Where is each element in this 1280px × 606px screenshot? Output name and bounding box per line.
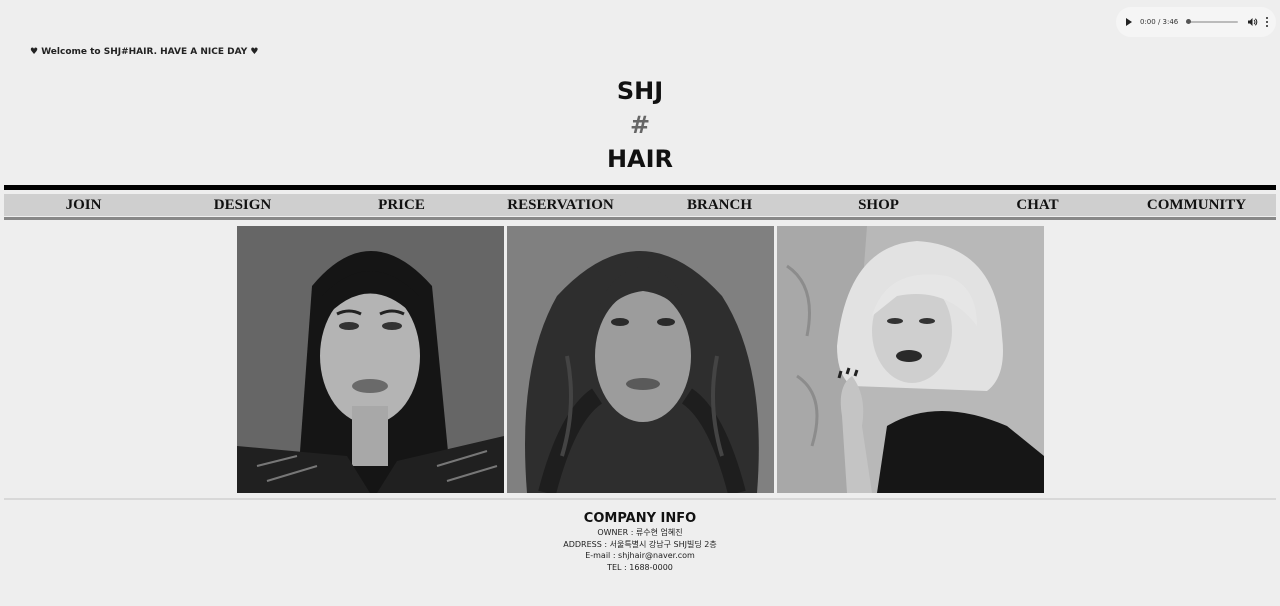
- seek-knob[interactable]: [1186, 19, 1192, 24]
- footer-owner: OWNER : 류수현 엄혜진: [597, 528, 683, 537]
- nav-chat[interactable]: CHAT: [958, 194, 1117, 216]
- gallery-photo-2: [507, 226, 774, 493]
- nav-community[interactable]: COMMUNITY: [1117, 194, 1276, 216]
- audio-seek-bar[interactable]: [1186, 19, 1238, 24]
- gallery-photo-3: [777, 226, 1044, 493]
- nav-join[interactable]: JOIN: [4, 194, 163, 216]
- logo-line-3: HAIR: [606, 145, 674, 173]
- company-info: COMPANY INFO OWNER : 류수현 엄혜진 ADDRESS : 서…: [0, 510, 1280, 573]
- nav-design[interactable]: DESIGN: [163, 194, 322, 216]
- play-icon[interactable]: [1126, 18, 1132, 26]
- main-nav: JOIN DESIGN PRICE RESERVATION BRANCH SHO…: [4, 194, 1276, 216]
- footer-tel: TEL : 1688-0000: [607, 562, 673, 572]
- nav-reservation[interactable]: RESERVATION: [481, 194, 640, 216]
- welcome-message: ♥ Welcome to SHJ#HAIR. HAVE A NICE DAY ♥: [30, 47, 259, 57]
- site-logo[interactable]: SHJ # HAIR: [0, 74, 1280, 176]
- logo-hash: #: [629, 111, 651, 139]
- nav-branch[interactable]: BRANCH: [640, 194, 799, 216]
- top-divider: [4, 185, 1276, 190]
- page: 0:00 / 3:46 ♥ Welcome to SHJ#HAIR. HAVE …: [0, 0, 1280, 606]
- nav-price[interactable]: PRICE: [322, 194, 481, 216]
- more-options-icon[interactable]: [1265, 16, 1268, 28]
- audio-time: 0:00 / 3:46: [1140, 18, 1179, 26]
- logo-line-1: SHJ: [616, 77, 664, 105]
- volume-icon[interactable]: [1247, 17, 1258, 27]
- footer-title: COMPANY INFO: [583, 511, 697, 526]
- audio-player[interactable]: 0:00 / 3:46: [1116, 7, 1276, 37]
- photo-gallery: [237, 226, 1044, 493]
- footer-email: E-mail : shjhair@naver.com: [585, 551, 695, 560]
- footer-divider: [4, 498, 1276, 500]
- gallery-photo-1: [237, 226, 504, 493]
- footer-address: ADDRESS : 서울특별시 강남구 SHJ빌딩 2층: [563, 539, 717, 549]
- nav-shop[interactable]: SHOP: [799, 194, 958, 216]
- nav-underline: [4, 217, 1276, 220]
